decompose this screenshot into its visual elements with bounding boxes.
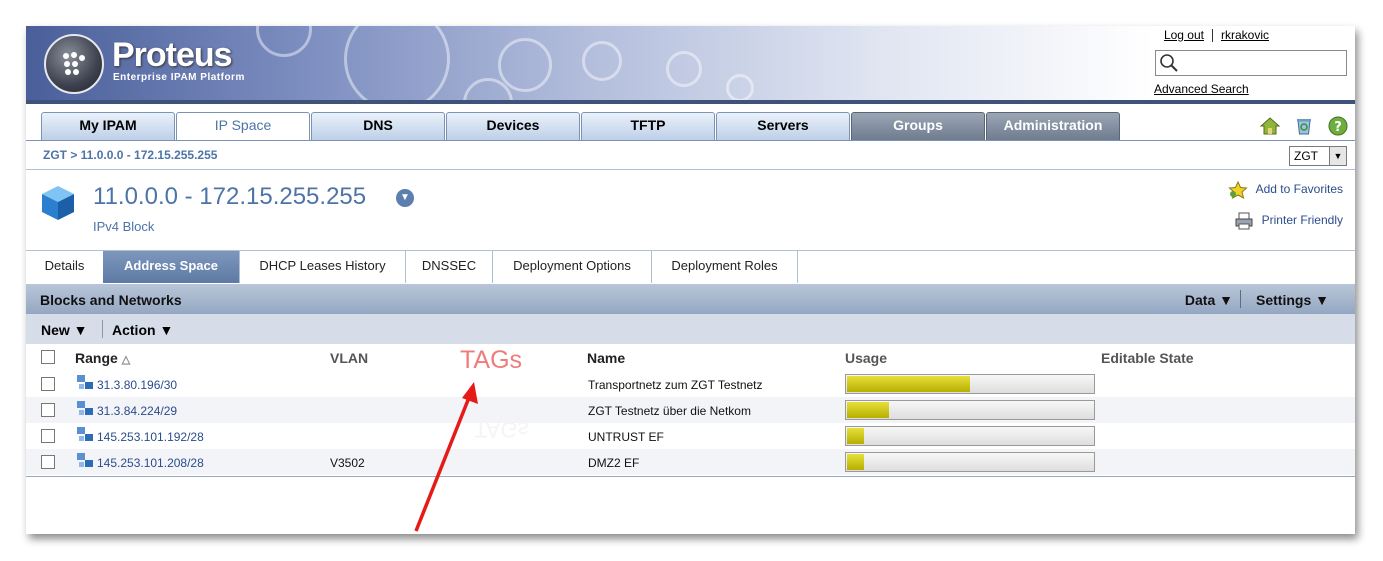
star-icon [1227,181,1248,199]
select-all-checkbox[interactable] [41,350,55,364]
table-toolbar: New ▼ Action ▼ [26,314,1355,344]
tab-deployment-options[interactable]: Deployment Options [493,251,652,283]
table-bottom-border [26,476,1355,477]
top-links: Log out rkrakovic [1164,28,1269,43]
tab-address-space[interactable]: Address Space [103,251,240,283]
printer-friendly-link[interactable]: Printer Friendly [1234,212,1343,230]
search-input[interactable] [1155,50,1347,76]
svg-text:?: ? [1334,120,1342,135]
tab-administration[interactable]: Administration [986,112,1120,140]
help-icon[interactable]: ? [1328,116,1348,136]
usage-bar [845,374,1095,394]
name-cell: UNTRUST EF [588,430,664,444]
add-to-favorites-link[interactable]: Add to Favorites [1227,181,1343,199]
tab-dns[interactable]: DNS [311,112,445,140]
tab-dhcp-leases-history[interactable]: DHCP Leases History [240,251,406,283]
settings-menu[interactable]: Settings ▼ [1256,292,1329,308]
add-to-favorites-label: Add to Favorites [1255,182,1343,197]
page-subtitle: IPv4 Block [93,219,155,234]
tab-tftp[interactable]: TFTP [581,112,715,140]
data-menu[interactable]: Data ▼ [1185,292,1233,308]
table-header: Range △ VLAN Name Usage Editable State [26,344,1355,370]
printer-friendly-label: Printer Friendly [1261,213,1343,228]
tab-my-ipam[interactable]: My IPAM [41,112,175,140]
column-header-name[interactable]: Name [587,350,625,366]
tab-deployment-roles[interactable]: Deployment Roles [652,251,798,283]
logout-link[interactable]: Log out [1164,28,1204,42]
annotation-tags-label: TAGs [460,346,523,374]
column-header-range[interactable]: Range △ [75,350,130,366]
advanced-search-link[interactable]: Advanced Search [1154,82,1249,96]
range-link[interactable]: 145.253.101.208/28 [97,456,204,470]
range-link[interactable]: 31.3.80.196/30 [97,378,177,392]
range-link[interactable]: 145.253.101.192/28 [97,430,204,444]
column-header-range-label: Range [75,350,118,366]
row-checkbox[interactable] [41,429,55,443]
section-header: Blocks and Networks Data ▼ Settings ▼ [26,284,1355,314]
recycle-bin-icon[interactable] [1294,116,1314,136]
main-nav: My IPAM IP Space DNS Devices TFTP Server… [26,100,1355,144]
usage-fill [847,376,970,392]
network-icon [77,453,93,467]
table-row[interactable]: 31.3.80.196/30 Transportnetz zum ZGT Tes… [26,371,1355,397]
table-row[interactable]: 145.253.101.208/28 V3502 DMZ2 EF [26,449,1355,475]
header-banner: Proteus Enterprise IPAM Platform [26,26,1153,100]
tab-devices[interactable]: Devices [446,112,580,140]
tab-ip-space[interactable]: IP Space [176,112,310,143]
tab-servers[interactable]: Servers [716,112,850,140]
usage-fill [847,402,889,418]
network-icon [77,375,93,389]
row-checkbox[interactable] [41,403,55,417]
usage-fill [847,454,865,470]
name-cell: Transportnetz zum ZGT Testnetz [588,378,763,392]
usage-fill [847,428,865,444]
column-header-vlan[interactable]: VLAN [330,350,368,366]
username-link[interactable]: rkrakovic [1221,28,1269,42]
chevron-down-icon[interactable]: ▼ [396,189,414,207]
table-row[interactable]: 31.3.84.224/29 ZGT Testnetz über die Net… [26,397,1355,423]
menu-separator [1240,290,1241,308]
usage-bar [845,426,1095,446]
table-row[interactable]: 145.253.101.192/28 UNTRUST EF [26,423,1355,449]
tab-dnssec[interactable]: DNSSEC [406,251,493,283]
row-checkbox[interactable] [41,377,55,391]
proteus-logo-icon [44,34,104,94]
search-icon [1160,54,1178,72]
usage-bar [845,452,1095,472]
column-header-editable-state[interactable]: Editable State [1101,350,1194,366]
network-icon [77,427,93,441]
tab-details[interactable]: Details [26,251,104,283]
page-title: 11.0.0.0 - 172.15.255.255 [93,183,367,210]
breadcrumb[interactable]: ZGT > 11.0.0.0 - 172.15.255.255 [43,148,217,162]
row-checkbox[interactable] [41,455,55,469]
action-menu[interactable]: Action ▼ [112,322,173,338]
home-icon[interactable] [1260,116,1280,136]
breadcrumb-bar: ZGT > 11.0.0.0 - 172.15.255.255 ZGT ▼ [26,140,1355,170]
sort-asc-icon: △ [121,354,131,366]
sub-tabs: Details Address Space DHCP Leases Histor… [26,250,1355,284]
app-window: Proteus Enterprise IPAM Platform Log out… [26,26,1355,534]
usage-bar [845,400,1095,420]
range-link[interactable]: 31.3.84.224/29 [97,404,177,418]
section-title: Blocks and Networks [40,292,182,308]
configuration-select[interactable]: ZGT ▼ [1289,146,1347,166]
tab-groups[interactable]: Groups [851,112,985,140]
network-icon [77,401,93,415]
name-cell: DMZ2 EF [588,456,640,470]
annotation-arrow-icon [414,382,478,532]
printer-icon [1235,212,1253,230]
configuration-select-value: ZGT [1294,149,1318,163]
logo-text: Proteus [112,36,233,74]
chevron-down-icon: ▼ [1329,147,1346,165]
object-header: 11.0.0.0 - 172.15.255.255 ▼ IPv4 Block A… [26,169,1355,250]
column-header-usage[interactable]: Usage [845,350,887,366]
vlan-cell: V3502 [330,456,365,470]
name-cell: ZGT Testnetz über die Netkom [588,404,751,418]
logo-subtitle: Enterprise IPAM Platform [113,72,245,83]
link-separator [1211,29,1213,43]
ipv4-block-cube-icon [42,186,74,220]
new-menu[interactable]: New ▼ [41,322,88,338]
menu-separator [102,320,103,338]
